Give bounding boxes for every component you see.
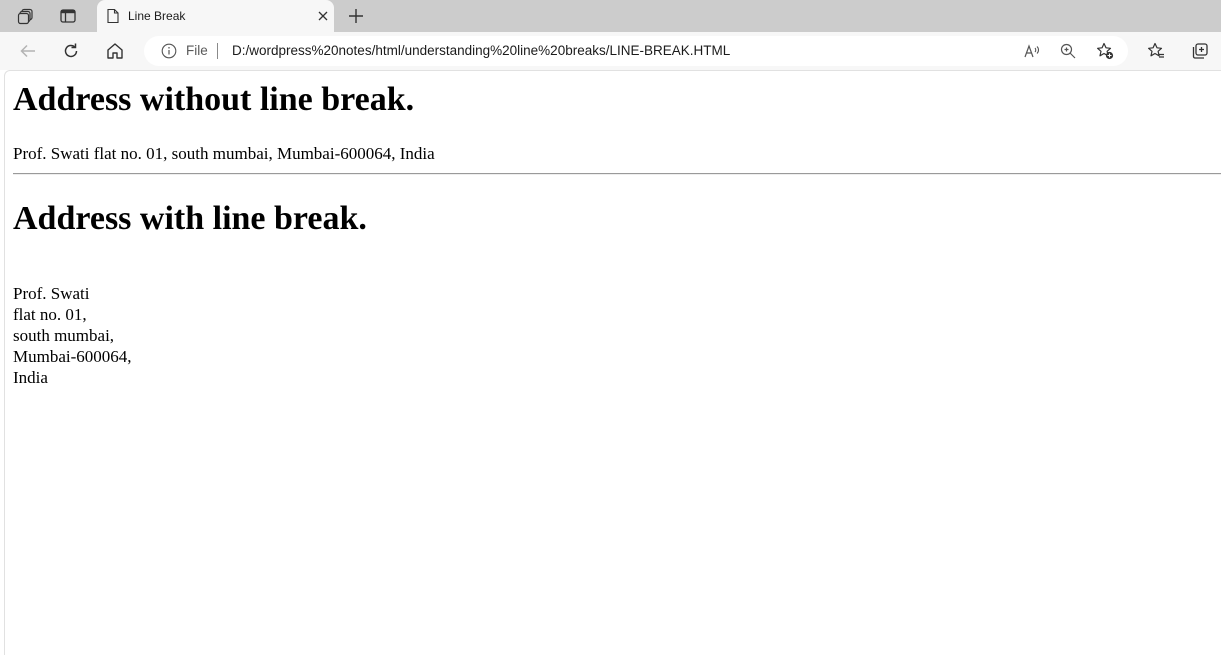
vertical-tabs-icon[interactable] [52,3,84,29]
zoom-icon[interactable] [1058,41,1078,61]
active-tab[interactable]: Line Break [97,0,334,32]
refresh-icon[interactable] [56,36,86,66]
back-arrow-icon[interactable] [13,36,43,66]
address-line: south mumbai, [13,326,115,345]
url-scheme-label: File [186,43,208,58]
collections-icon[interactable] [1185,36,1215,66]
workspaces-icon[interactable] [10,3,42,29]
close-icon[interactable] [314,7,332,25]
favorites-icon[interactable] [1141,36,1171,66]
horizontal-rule [13,173,1221,175]
home-icon[interactable] [100,36,130,66]
address-line: flat no. 01, [13,305,87,324]
read-aloud-icon[interactable] [1022,41,1042,61]
address-line: India [13,368,48,387]
address-separator [217,43,218,59]
url-text[interactable]: D:/wordpress%20notes/html/understanding%… [232,43,730,58]
tab-strip: Line Break [0,0,1221,32]
address-inline: Prof. Swati flat no. 01, south mumbai, M… [13,144,435,163]
page-viewport: Address without line break. Prof. Swati … [4,70,1221,655]
address-line: Mumbai-600064, [13,347,132,366]
document-icon [105,8,121,24]
tab-title: Line Break [128,9,186,23]
plus-icon[interactable] [340,3,372,29]
heading-without-line-break: Address without line break. [13,81,415,118]
address-bar[interactable]: File D:/wordpress%20notes/html/understan… [144,36,1128,66]
info-icon[interactable] [161,43,177,59]
address-line: Prof. Swati [13,284,90,303]
star-plus-icon[interactable] [1095,41,1115,61]
heading-with-line-break: Address with line break. [13,200,367,237]
